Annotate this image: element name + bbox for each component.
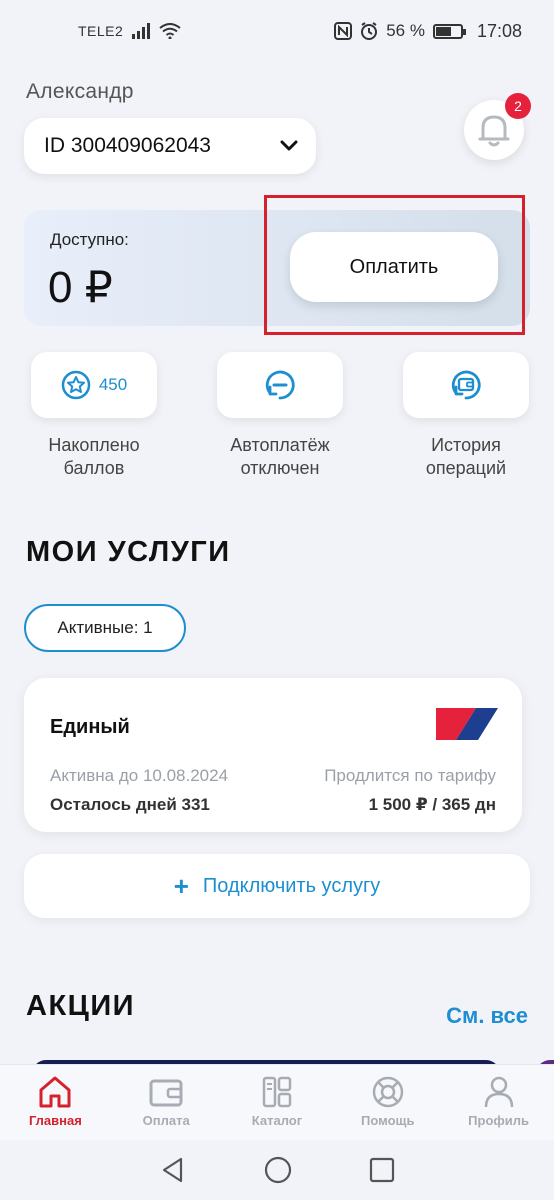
highlight-annotation [264,195,525,335]
history-label-line1: История [431,435,501,455]
user-icon [484,1076,513,1108]
wallet-history-icon [451,370,481,400]
clock: 17:08 [476,20,522,41]
plus-icon: + [173,870,189,901]
battery-percent: 56 % [386,21,425,40]
balance-label: Доступно: [50,230,129,249]
history-label-line2: операций [425,458,507,478]
history-button[interactable] [403,352,529,418]
points-value: 450 [98,375,128,394]
points-label-line2: баллов [63,458,125,478]
add-service-button[interactable]: + Подключить услугу [24,854,530,918]
lifebuoy-icon [372,1076,404,1108]
nav-catalog-label: Каталог [251,1113,303,1128]
nav-help[interactable]: Помощь [332,1065,443,1140]
autopay-label-line1: Автоплатёж [230,435,330,455]
system-nav-bar [0,1140,554,1200]
signal-icon [132,23,151,39]
service-logo [436,708,498,740]
wifi-icon [159,23,181,39]
nav-home[interactable]: Главная [0,1065,111,1140]
service-active-until: Активна до 10.08.2024 [50,766,229,785]
catalog-icon [262,1076,292,1108]
user-name: Александр [26,80,134,103]
autopay-label: Автоплатёж отключен [200,434,360,480]
balance-value: 0 ₽ [48,263,113,312]
add-service-label: Подключить услугу [202,874,381,897]
home-circle-icon[interactable] [264,1156,292,1184]
star-icon [61,370,91,400]
nav-profile-label: Профиль [468,1113,529,1128]
points-label: Накоплено баллов [14,434,174,480]
nav-help-label: Помощь [361,1113,415,1128]
status-bar: TELE2 56 % 17:08 [0,0,554,62]
nav-payment-label: Оплата [142,1113,190,1128]
service-renewal: Продлится по тарифу [324,766,496,785]
nav-home-label: Главная [28,1113,82,1128]
nav-catalog[interactable]: Каталог [222,1065,333,1140]
active-filter-pill[interactable]: Активные: 1 [24,604,186,652]
nfc-icon [334,22,353,40]
points-label-line1: Накоплено [48,435,140,455]
nav-profile[interactable]: Профиль [443,1065,554,1140]
home-icon [39,1076,71,1108]
promos-title: АКЦИИ [26,990,136,1022]
notification-badge: 2 [505,93,531,119]
recents-icon[interactable] [369,1157,395,1183]
nav-payment[interactable]: Оплата [111,1065,222,1140]
autopay-label-line2: отключен [240,458,320,478]
service-days-left: Осталось дней 331 [50,795,210,814]
status-left: TELE2 [78,23,181,39]
see-all-link[interactable]: См. все [446,1003,528,1029]
status-right: 56 % 17:08 [334,21,522,42]
autopay-button[interactable] [217,352,343,418]
service-name: Единый [50,716,130,738]
wallet-icon [149,1079,183,1107]
chevron-down-icon [280,140,298,151]
service-price: 1 500 ₽ / 365 дн [368,795,496,814]
battery-icon [432,23,466,39]
alarm-icon [361,22,378,40]
history-label: История операций [386,434,546,480]
back-icon[interactable] [159,1156,187,1184]
account-selector[interactable]: ID 300409062043 [24,118,316,174]
account-id: ID 300409062043 [44,134,211,157]
services-title: МОИ УСЛУГИ [26,536,231,568]
bell-icon [478,115,510,147]
bottom-nav: Главная Оплата Каталог Помощь Профиль [0,1064,554,1140]
carrier-label: TELE2 [78,23,124,39]
points-button[interactable]: 450 [31,352,157,418]
service-card[interactable]: Единый Активна до 10.08.2024 Продлится п… [24,678,522,832]
autopay-icon [265,370,295,400]
